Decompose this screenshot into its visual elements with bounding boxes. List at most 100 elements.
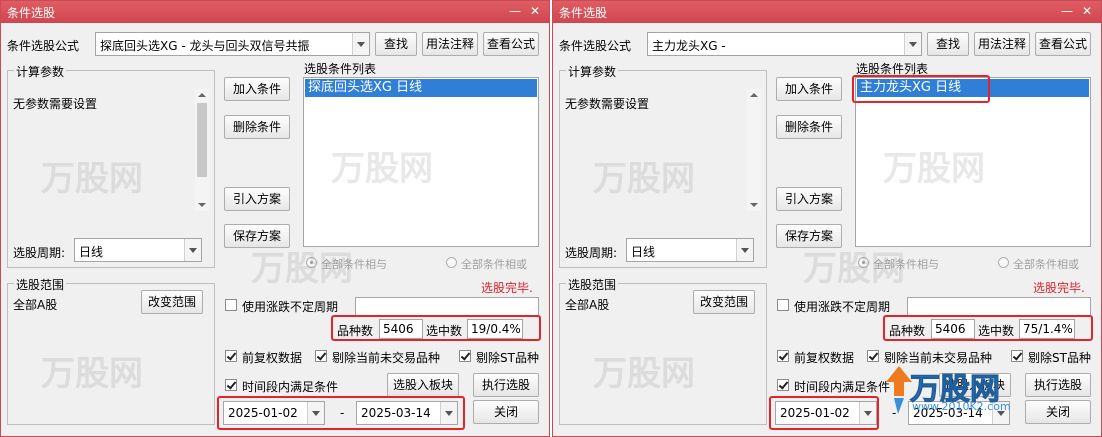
- use-period-label: 使用涨跌不定周期: [242, 300, 339, 314]
- find-button[interactable]: 查找: [927, 32, 969, 56]
- use-period-label: 使用涨跌不定周期: [794, 300, 891, 314]
- import-plan-button[interactable]: 引入方案: [776, 187, 842, 211]
- usage-notes-button[interactable]: 用法注释: [974, 32, 1030, 56]
- exclude-st-checkbox[interactable]: [1011, 350, 1023, 362]
- radio-all-or-label: 全部条件相或: [1013, 258, 1079, 271]
- formula-value: 主力龙头XG -: [652, 39, 726, 53]
- view-formula-button[interactable]: 查看公式: [1035, 32, 1091, 56]
- radio-all-and[interactable]: [858, 257, 869, 268]
- find-button[interactable]: 查找: [375, 32, 417, 56]
- scroll-up-icon[interactable]: [747, 89, 761, 101]
- count-highlight: [331, 315, 541, 341]
- radio-all-or-label: 全部条件相或: [461, 258, 527, 271]
- exclude-st-label: 剔除ST品种: [476, 351, 539, 365]
- radio-all-or[interactable]: [998, 257, 1009, 268]
- window-title: 条件选股: [559, 6, 608, 20]
- add-condition-button[interactable]: 加入条件: [776, 77, 842, 101]
- execute-button[interactable]: 执行选股: [1025, 373, 1091, 397]
- save-plan-button[interactable]: 保存方案: [776, 224, 842, 248]
- close-button[interactable]: 关闭: [473, 400, 539, 424]
- scroll-down-icon[interactable]: [195, 199, 209, 211]
- radio-all-and-label: 全部条件相与: [873, 258, 939, 271]
- condition-highlight: [852, 75, 990, 103]
- prefix-checkbox[interactable]: [225, 350, 237, 362]
- params-group-label: 计算参数: [14, 63, 67, 80]
- minimize-icon[interactable]: —: [507, 3, 523, 19]
- minimize-icon[interactable]: —: [1059, 3, 1075, 19]
- date-highlight: [217, 396, 465, 430]
- chevron-down-icon[interactable]: [184, 239, 201, 261]
- period-input[interactable]: [907, 297, 1091, 317]
- prefix-label: 前复权数据: [794, 351, 855, 365]
- params-group-label: 计算参数: [566, 63, 619, 80]
- execute-button[interactable]: 执行选股: [473, 373, 539, 397]
- condition-list-label: 选股条件列表: [304, 62, 377, 76]
- logo-url: www.2010K2.com: [912, 400, 1011, 413]
- range-value: 全部A股: [13, 298, 58, 312]
- params-scrollbar[interactable]: [747, 89, 761, 211]
- save-plan-button[interactable]: 保存方案: [224, 224, 290, 248]
- import-plan-button[interactable]: 引入方案: [224, 187, 290, 211]
- radio-all-or[interactable]: [446, 257, 457, 268]
- title-bar[interactable]: 条件选股 — ✕: [553, 1, 1101, 23]
- chevron-down-icon[interactable]: [352, 33, 369, 55]
- count-highlight: [883, 315, 1093, 341]
- chevron-down-icon[interactable]: [904, 33, 921, 55]
- close-icon[interactable]: ✕: [527, 3, 543, 19]
- range-group-label: 选股范围: [566, 276, 619, 293]
- period-label: 选股周期:: [13, 246, 66, 260]
- period-select[interactable]: 日线: [74, 238, 202, 262]
- usage-notes-button[interactable]: 用法注释: [422, 32, 478, 56]
- chevron-down-icon[interactable]: [736, 239, 753, 261]
- period-value: 日线: [79, 245, 104, 259]
- change-range-button[interactable]: 改变范围: [693, 290, 755, 314]
- time-range-label: 时间段内满足条件: [794, 380, 891, 394]
- range-value: 全部A股: [565, 298, 610, 312]
- condition-stock-picker-window-1: 条件选股 — ✕ 条件选股公式 探底回头选XG - 龙头与回头双信号共振 查找 …: [0, 0, 550, 437]
- period-select[interactable]: 日线: [626, 238, 754, 262]
- exclude-untraded-checkbox[interactable]: [315, 350, 327, 362]
- prefix-label: 前复权数据: [242, 351, 303, 365]
- formula-label: 条件选股公式: [559, 39, 632, 53]
- exclude-st-checkbox[interactable]: [459, 350, 471, 362]
- scroll-down-icon[interactable]: [747, 199, 761, 211]
- period-label: 选股周期:: [565, 246, 618, 260]
- params-text: 无参数需要设置: [565, 97, 650, 111]
- radio-all-and-label: 全部条件相与: [321, 258, 387, 271]
- add-condition-button[interactable]: 加入条件: [224, 77, 290, 101]
- delete-condition-button[interactable]: 删除条件: [776, 115, 842, 139]
- exclude-st-label: 剔除ST品种: [1028, 351, 1091, 365]
- close-icon[interactable]: ✕: [1079, 3, 1095, 19]
- status-text: 选股完毕.: [481, 281, 533, 295]
- period-input[interactable]: [355, 297, 539, 317]
- params-scrollbar[interactable]: [195, 89, 209, 211]
- range-group-label: 选股范围: [14, 276, 67, 293]
- time-range-checkbox[interactable]: [777, 379, 789, 391]
- delete-condition-button[interactable]: 删除条件: [224, 115, 290, 139]
- condition-list[interactable]: 探底回头选XG 日线: [303, 77, 539, 247]
- use-period-checkbox[interactable]: [777, 299, 789, 311]
- status-text: 选股完毕.: [1033, 281, 1085, 295]
- condition-list-item[interactable]: 探底回头选XG 日线: [305, 79, 537, 97]
- prefix-checkbox[interactable]: [777, 350, 789, 362]
- use-period-checkbox[interactable]: [225, 299, 237, 311]
- to-block-button[interactable]: 选股入板块: [387, 373, 459, 397]
- formula-select[interactable]: 主力龙头XG -: [647, 32, 922, 56]
- radio-all-and[interactable]: [306, 257, 317, 268]
- close-button[interactable]: 关闭: [1025, 400, 1091, 424]
- title-bar[interactable]: 条件选股 — ✕: [1, 1, 549, 23]
- window-title: 条件选股: [7, 6, 56, 20]
- site-logo: 万股网 www.2010K2.com: [880, 360, 1011, 420]
- exclude-untraded-label: 剔除当前未交易品种: [332, 351, 441, 365]
- exclude-untraded-checkbox[interactable]: [867, 350, 879, 362]
- formula-select[interactable]: 探底回头选XG - 龙头与回头双信号共振: [95, 32, 370, 56]
- time-range-label: 时间段内满足条件: [242, 380, 339, 394]
- scroll-up-icon[interactable]: [195, 89, 209, 101]
- date-highlight: [769, 396, 879, 430]
- view-formula-button[interactable]: 查看公式: [483, 32, 539, 56]
- condition-stock-picker-window-2: 条件选股 — ✕ 条件选股公式 主力龙头XG - 查找 用法注释 查看公式 计算…: [552, 0, 1102, 437]
- change-range-button[interactable]: 改变范围: [141, 290, 203, 314]
- time-range-checkbox[interactable]: [225, 379, 237, 391]
- scroll-thumb[interactable]: [197, 103, 207, 177]
- period-value: 日线: [631, 245, 656, 259]
